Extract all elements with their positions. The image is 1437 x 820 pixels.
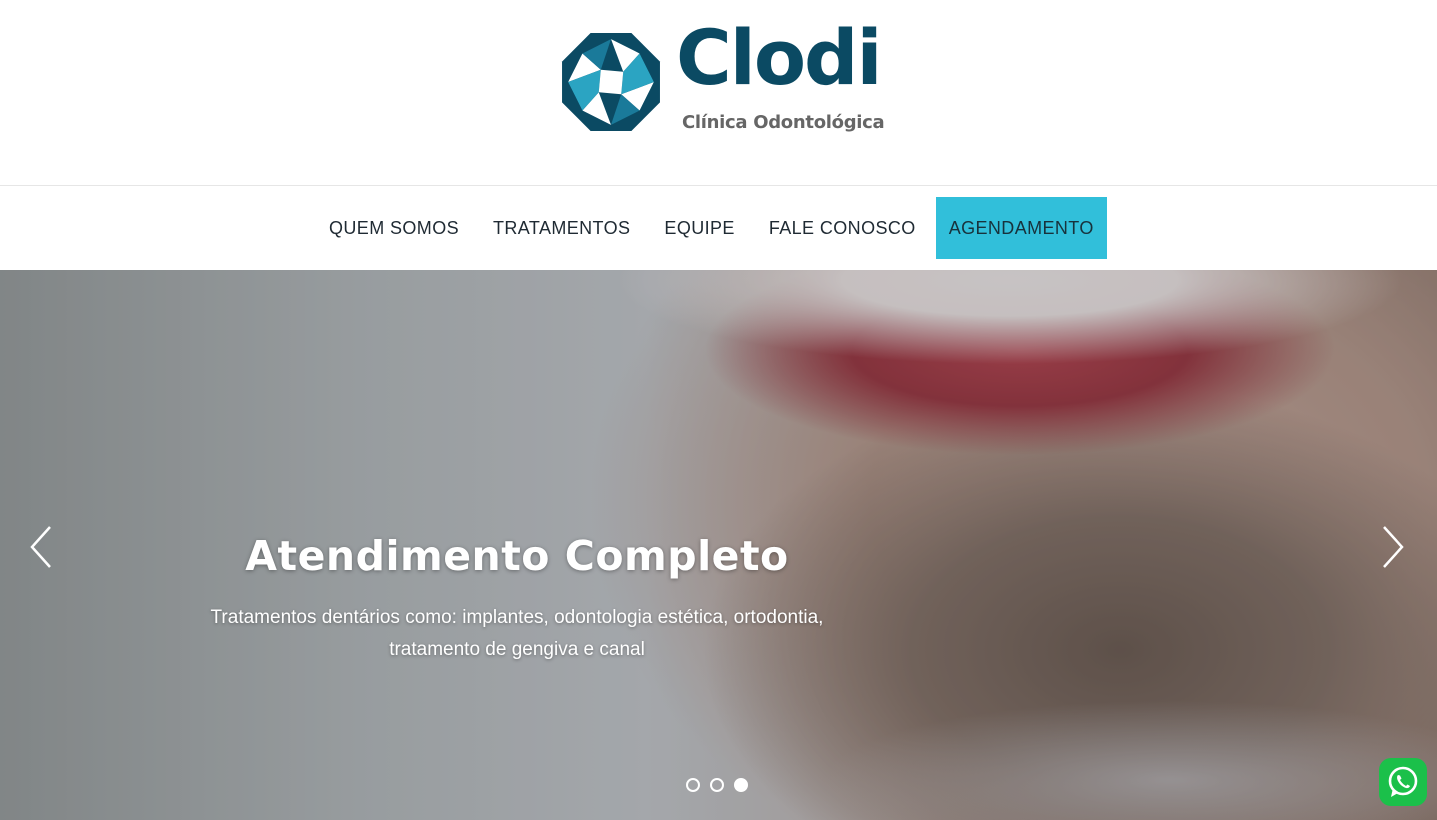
chevron-left-icon	[30, 526, 51, 568]
slider-dot-3[interactable]	[734, 778, 748, 792]
slide-description-line-2: tratamento de gengiva e canal	[389, 639, 645, 660]
slider-prev-button[interactable]	[22, 525, 62, 569]
slide-title: Atendimento Completo	[245, 532, 789, 580]
slider-pagination	[686, 778, 748, 792]
slide-caption: Atendimento Completo Tratamentos dentári…	[160, 532, 874, 666]
site-header: Clodi Clínica Odontológica	[0, 0, 1437, 186]
nav-item-agendamento[interactable]: AGENDAMENTO	[935, 197, 1107, 259]
whatsapp-icon	[1388, 766, 1418, 797]
slider-dot-2[interactable]	[710, 778, 724, 792]
slider-next-button[interactable]	[1372, 525, 1412, 569]
hero-background-image	[820, 700, 1437, 820]
nav-item-fale-conosco[interactable]: FALE CONOSCO	[752, 197, 933, 259]
nav-item-quem-somos[interactable]: QUEM SOMOS	[312, 197, 476, 259]
whatsapp-button[interactable]	[1379, 758, 1427, 806]
hero-slider: Atendimento Completo Tratamentos dentári…	[0, 270, 1437, 820]
clodi-logo[interactable]: Clodi Clínica Odontológica	[560, 20, 890, 140]
chevron-right-icon	[1383, 526, 1404, 568]
logo-mark-icon	[562, 33, 660, 131]
brand-subtitle: Clínica Odontológica	[682, 112, 885, 133]
nav-item-equipe[interactable]: EQUIPE	[647, 197, 751, 259]
slide-description: Tratamentos dentários como: implantes, o…	[160, 602, 874, 666]
brand-name: Clodi	[676, 13, 882, 102]
slider-dot-1[interactable]	[686, 778, 700, 792]
slide-description-line-1: Tratamentos dentários como: implantes, o…	[210, 607, 824, 628]
nav-list: QUEM SOMOS TRATAMENTOS EQUIPE FALE CONOS…	[312, 197, 1107, 259]
main-nav: QUEM SOMOS TRATAMENTOS EQUIPE FALE CONOS…	[0, 187, 1437, 269]
nav-item-tratamentos[interactable]: TRATAMENTOS	[476, 197, 647, 259]
